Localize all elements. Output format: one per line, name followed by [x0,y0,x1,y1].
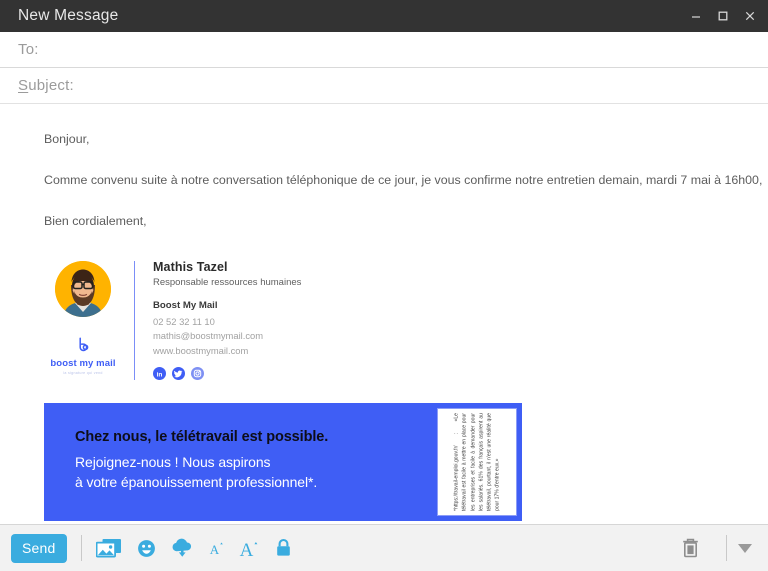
signature-company: Boost My Mail [153,299,218,311]
increase-font-size-icon[interactable]: A [239,538,260,559]
window-controls [688,8,758,24]
svg-text:in: in [157,372,163,379]
signature-name: Mathis Tazel [153,259,228,274]
compose-body[interactable]: Bonjour, Comme convenu suite à notre con… [0,104,768,524]
to-label: To: [18,41,39,58]
banner-subline-2: à votre épanouissement professionnel*. [75,474,318,491]
toolbar-right-group [681,535,752,561]
subject-accelerator: S [18,77,29,94]
cloud-download-icon[interactable] [171,538,194,558]
signature-social-links: in [153,367,301,381]
signature-email[interactable]: mathis@boostmymail.com [153,329,301,344]
banner-subline-1: Rejoignez-nous ! Nous aspirons [75,453,271,470]
subject-label: Subject: [18,77,74,94]
banner-footnote-text: *https://travail-emploi.gouv.fr/ : «Le t… [453,413,501,512]
lock-icon[interactable] [275,538,292,558]
linkedin-icon[interactable]: in [153,367,166,381]
compose-toolbar: Send A A [0,524,768,571]
banner-headline: Chez nous, le télétravail est possible. [75,429,329,446]
minimize-icon[interactable] [688,8,704,24]
toolbar-left-group: Send A A [11,533,292,563]
signature-details: Mathis Tazel Responsable ressources huma… [153,259,301,381]
insert-image-icon[interactable] [95,538,122,559]
email-signature: boost my mail la signature qui vend Math… [0,259,768,381]
message-closing: Bien cordialement, [44,213,147,228]
brand-tagline: la signature qui vend [63,370,103,375]
toolbar-separator [80,535,82,561]
signature-phone: 02 52 32 11 10 [153,315,215,327]
brand-name: boost my mail [50,357,116,369]
decrease-font-size-icon[interactable]: A [209,539,224,557]
new-message-window: New Message To: Subject: Bonjour, Comme … [0,0,768,571]
delete-draft-icon[interactable] [681,537,700,559]
signature-role: Responsable ressources humaines [153,276,302,288]
message-greeting: Bonjour, [44,132,90,146]
instagram-icon[interactable] [191,367,204,381]
svg-text:A: A [209,542,219,557]
avatar [55,260,111,317]
signature-left-column: boost my mail la signature qui vend [44,259,122,375]
subject-label-rest: ubject: [28,77,74,94]
window-title: New Message [18,7,119,24]
toolbar-separator-right [726,535,727,561]
send-button[interactable]: Send [11,533,67,563]
svg-text:A: A [239,540,253,559]
close-icon[interactable] [742,8,758,24]
brand-logo: boost my mail la signature qui vend [50,335,115,375]
boost-my-mail-mark-icon [73,335,93,355]
maximize-icon[interactable] [715,8,731,24]
signature-website[interactable]: www.boostmymail.com [153,344,301,359]
to-field-row[interactable]: To: [0,32,768,68]
marketing-banner[interactable]: Chez nous, le télétravail est possible. … [44,403,522,522]
more-options-icon[interactable] [738,543,752,553]
banner-text-block: Chez nous, le télétravail est possible. … [44,403,437,521]
signature-divider [134,260,135,381]
twitter-icon[interactable] [172,367,185,381]
message-body: Comme convenu suite à notre conversation… [44,172,763,187]
title-bar: New Message [0,0,768,32]
emoji-icon[interactable] [137,539,156,558]
banner-footnote-panel: *https://travail-emploi.gouv.fr/ : «Le t… [437,408,517,517]
subject-field-row[interactable]: Subject: [0,68,768,104]
